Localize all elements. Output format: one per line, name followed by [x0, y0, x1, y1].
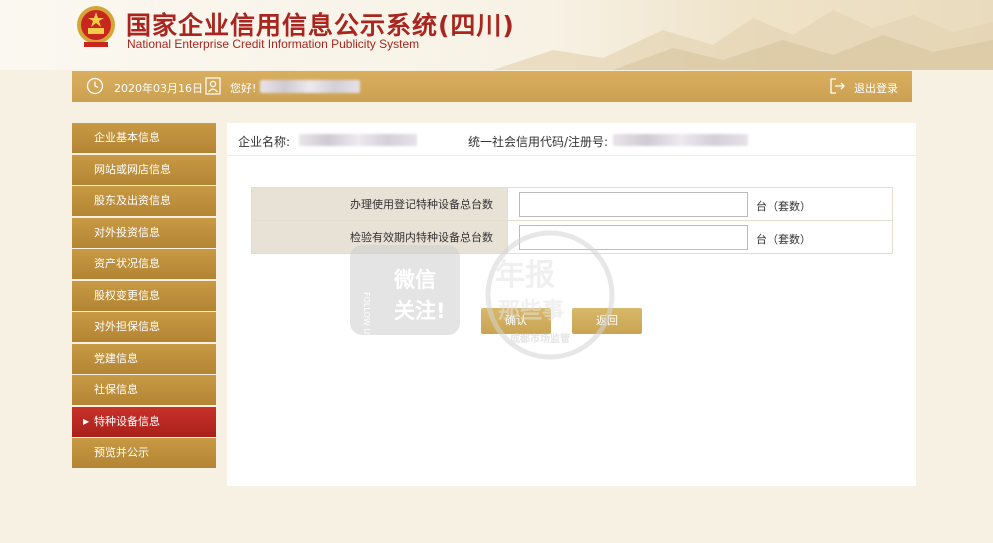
logout-icon[interactable]	[829, 77, 847, 95]
registered-equipment-input[interactable]	[519, 192, 748, 217]
table-row: 检验有效期内特种设备总台数 台（套数）	[251, 220, 893, 254]
current-date: 2020年03月16日	[114, 82, 203, 95]
site-header: 国家企业信用信息公示系统(四川) National Enterprise Cre…	[0, 0, 993, 70]
sidebar-item-label: 网站或网店信息	[94, 162, 171, 176]
sidebar-item-party[interactable]: 党建信息	[72, 343, 216, 374]
sidebar-item-social-security[interactable]: 社保信息	[72, 375, 216, 405]
sidebar-item-label: 对外担保信息	[94, 320, 160, 333]
sidebar-item-special-equipment[interactable]: ▶ 特种设备信息	[72, 406, 216, 437]
active-arrow-icon: ▶	[83, 416, 90, 426]
greeting-text: 您好!	[230, 82, 257, 95]
company-info-row: 企业名称: 统一社会信用代码/注册号:	[227, 123, 916, 156]
sidebar-item-label: 党建信息	[94, 351, 138, 365]
unit-label: 台（套数）	[756, 200, 811, 213]
sidebar-item-website[interactable]: 网站或网店信息	[72, 154, 216, 185]
clock-icon	[86, 77, 104, 95]
back-button[interactable]: 返回	[572, 308, 642, 334]
sidebar-item-preview-publish[interactable]: 预览并公示	[72, 438, 216, 468]
sidebar-item-investment[interactable]: 对外投资信息	[72, 217, 216, 248]
sidebar-item-label: 对外投资信息	[94, 225, 160, 239]
valid-inspection-equipment-label: 检验有效期内特种设备总台数	[251, 220, 508, 254]
company-name-redacted	[299, 134, 417, 146]
logout-link[interactable]: 退出登录	[854, 80, 898, 96]
main-panel: 企业名称: 统一社会信用代码/注册号: 办理使用登记特种设备总台数 台（套数） …	[227, 123, 916, 486]
sidebar-item-label: 资产状况信息	[94, 257, 160, 270]
table-row: 办理使用登记特种设备总台数 台（套数）	[251, 187, 893, 221]
special-equipment-form: 办理使用登记特种设备总台数 台（套数） 检验有效期内特种设备总台数 台（套数）	[251, 187, 893, 254]
sidebar-item-shareholders[interactable]: 股东及出资信息	[72, 186, 216, 216]
sidebar-item-assets[interactable]: 资产状况信息	[72, 249, 216, 279]
sidebar-item-label: 特种设备信息	[94, 414, 160, 428]
national-emblem-icon	[77, 6, 115, 47]
sidebar-item-label: 社保信息	[94, 383, 138, 396]
valid-inspection-equipment-input[interactable]	[519, 225, 748, 250]
registered-equipment-label: 办理使用登记特种设备总台数	[251, 187, 508, 221]
user-bar: 2020年03月16日 您好! 退出登录	[72, 71, 912, 102]
credit-code-redacted	[613, 134, 748, 146]
company-name-label: 企业名称:	[238, 135, 291, 149]
sidebar-item-label: 股权变更信息	[94, 288, 160, 302]
sidebar-item-label: 股东及出资信息	[94, 194, 171, 207]
username-redacted	[260, 80, 360, 93]
mountain-illustration	[493, 10, 993, 70]
sidebar-item-label: 预览并公示	[94, 446, 149, 459]
sidebar-nav: 企业基本信息 网站或网店信息 股东及出资信息 对外投资信息 资产状况信息 股权变…	[72, 123, 216, 470]
sidebar-item-label: 企业基本信息	[94, 131, 160, 144]
confirm-button[interactable]: 确认	[481, 308, 551, 334]
credit-code-label: 统一社会信用代码/注册号:	[468, 135, 609, 149]
unit-label: 台（套数）	[756, 233, 811, 246]
sidebar-item-guarantee[interactable]: 对外担保信息	[72, 312, 216, 342]
site-subtitle: National Enterprise Credit Information P…	[127, 37, 420, 51]
sidebar-item-basic-info[interactable]: 企业基本信息	[72, 123, 216, 153]
sidebar-item-equity-change[interactable]: 股权变更信息	[72, 280, 216, 311]
user-icon	[205, 77, 221, 95]
